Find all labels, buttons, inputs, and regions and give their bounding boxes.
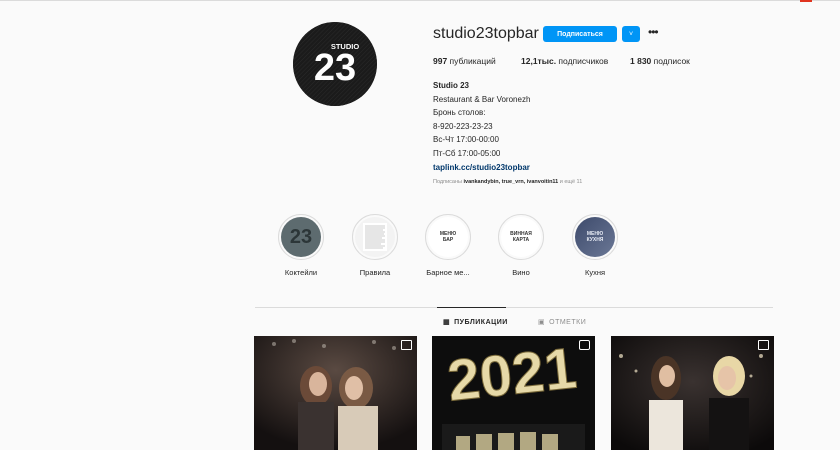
bio-line: Вс-Чт 17:00-00:00 — [433, 135, 499, 145]
video-icon — [579, 340, 590, 350]
document-lines-icon — [363, 223, 387, 251]
profile-avatar[interactable]: 23 STUDIO — [293, 22, 377, 106]
highlight-cover: 23 — [281, 217, 321, 257]
post-photo: 2021 — [432, 336, 595, 450]
tab-posts[interactable]: ▦ ПУБЛИКАЦИИ — [443, 318, 508, 327]
active-tab-indicator — [437, 307, 506, 308]
avatar-number: 23 — [314, 47, 356, 89]
profile-full-name: Studio 23 — [433, 81, 470, 90]
bio-line: Бронь столов: — [433, 108, 486, 118]
highlight-barnoe-menu[interactable]: МЕНЮ БАР Барное ме... — [418, 214, 478, 277]
followed-by[interactable]: Подписаны ivankandybin, true_vrn, ivanvo… — [433, 179, 582, 185]
following-count[interactable]: 1 830 подписок — [630, 56, 690, 66]
chevron-down-icon: ˅ — [628, 30, 634, 38]
multi-photo-icon — [758, 340, 769, 350]
avatar-word: STUDIO — [331, 42, 360, 51]
post-thumbnail[interactable] — [611, 336, 774, 450]
highlight-koktejli[interactable]: 23 Коктейли — [271, 214, 331, 277]
highlight-label: Барное ме... — [426, 268, 470, 277]
highlight-cover: МЕНЮ БАР — [428, 217, 468, 257]
profile-bio: Studio 23 Restaurant & Bar Voronezh Брон… — [433, 79, 530, 174]
highlight-vino[interactable]: ВИННАЯ КАРТА Вино — [491, 214, 551, 277]
highlight-label: Коктейли — [284, 268, 318, 277]
highlight-cover: ВИННАЯ КАРТА — [501, 217, 541, 257]
edge-mark — [800, 0, 812, 2]
post-thumbnail[interactable]: 2021 — [432, 336, 595, 450]
highlight-label: Кухня — [584, 268, 606, 277]
bio-line: 8-920-223-23-23 — [433, 121, 493, 131]
post-overlay-text: 2021 — [444, 336, 579, 414]
tagged-person-icon: ▣ — [538, 319, 546, 326]
profile-username: studio23topbar — [433, 25, 539, 42]
highlight-label: Вино — [512, 268, 530, 277]
post-photo — [254, 336, 417, 450]
posts-count: 997 публикаций — [433, 56, 496, 66]
top-border — [0, 0, 840, 1]
studio23-logo: 23 STUDIO — [293, 22, 377, 106]
post-thumbnail[interactable] — [254, 336, 417, 450]
bio-link[interactable]: taplink.cc/studio23topbar — [433, 161, 530, 175]
suggested-dropdown-button[interactable]: ˅ — [622, 26, 640, 42]
followers-count[interactable]: 12,1тыс. подписчиков — [521, 56, 608, 66]
tabs-divider — [255, 307, 773, 308]
bio-line: Restaurant & Bar Voronezh — [433, 94, 531, 104]
highlight-label: Правила — [359, 268, 391, 277]
grid-icon: ▦ — [443, 319, 451, 326]
multi-photo-icon — [401, 340, 412, 350]
highlight-pravila[interactable]: Правила — [345, 214, 405, 277]
follow-button[interactable]: Подписаться — [543, 26, 617, 42]
highlight-kuhnya[interactable]: МЕНЮ КУХНЯ Кухня — [565, 214, 625, 277]
post-photo — [611, 336, 774, 450]
highlight-cover-document — [355, 217, 395, 257]
bio-line: Пт-Сб 17:00-05:00 — [433, 148, 501, 158]
highlight-cover: МЕНЮ КУХНЯ — [575, 217, 615, 257]
tab-tagged[interactable]: ▣ ОТМЕТКИ — [538, 318, 586, 327]
more-options-icon[interactable]: ••• — [648, 26, 662, 39]
